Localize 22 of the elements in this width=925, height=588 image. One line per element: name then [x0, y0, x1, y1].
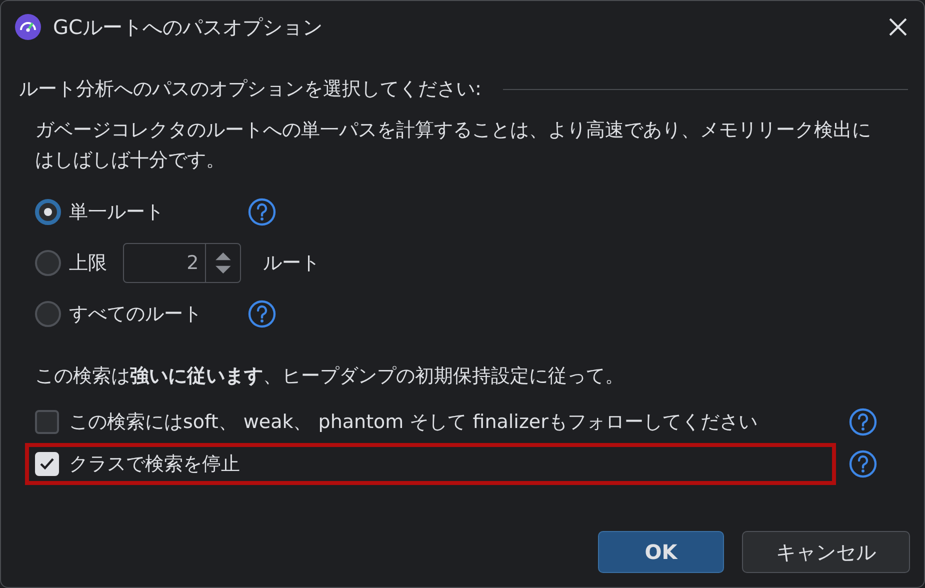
option-label: 上限 — [69, 251, 107, 276]
option-label: すべてのルート — [69, 302, 203, 327]
app-icon — [15, 14, 41, 40]
number-field[interactable]: 2 — [123, 243, 241, 283]
radio-button[interactable] — [35, 250, 61, 276]
description-text: ガベージコレクタのルートへの単一パスを計算することは、より高速であり、メモリリーク検出にはしばしば十分です。 — [35, 118, 872, 173]
ok-button[interactable]: OK — [598, 531, 724, 573]
checkbox[interactable] — [35, 410, 59, 434]
checkbox-label: この検索にはsoft、 weak、 phantom そして finalizerもフォローしてください — [69, 410, 758, 435]
option-label: 単一ルート — [69, 200, 165, 225]
cancel-button[interactable]: キャンセル — [742, 531, 910, 573]
radio-button[interactable] — [35, 199, 61, 225]
help-icon[interactable] — [848, 449, 878, 479]
help-icon[interactable] — [247, 299, 277, 329]
help-icon[interactable] — [848, 407, 878, 437]
window-title: GCルートへのパスオプション — [53, 14, 324, 40]
checkbox-label: クラスで検索を停止 — [69, 452, 240, 477]
radio-button[interactable] — [35, 301, 61, 327]
help-icon[interactable] — [247, 197, 277, 227]
section-title: ルート分析へのパスのオプションを選択してください: — [19, 77, 482, 102]
unit-label: ルート — [263, 251, 320, 276]
note-text: この検索は強いに従います、ヒープダンプの初期保持設定に従って。 — [35, 364, 625, 389]
